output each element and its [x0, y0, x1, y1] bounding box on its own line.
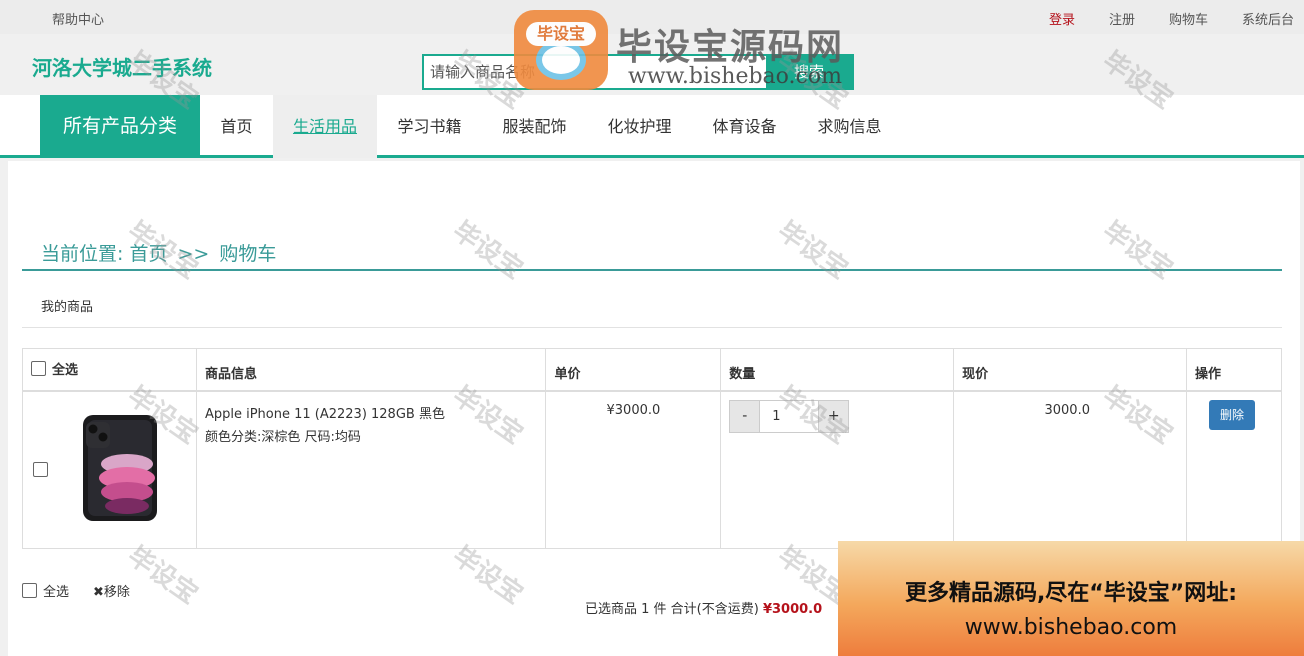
- watermark-badge-text: 毕设宝: [526, 22, 596, 46]
- all-categories-button[interactable]: 所有产品分类: [40, 95, 200, 158]
- unit-price: ¥3000.0: [606, 402, 661, 418]
- cart-summary: 已选商品 1 件 合计(不含运费) ¥3000.0: [585, 598, 822, 617]
- qty-decrease-button[interactable]: -: [729, 399, 761, 433]
- row-checkbox[interactable]: [33, 461, 48, 477]
- qty-increase-button[interactable]: +: [818, 399, 850, 433]
- summary-total: ¥3000.0: [762, 602, 823, 617]
- cell-quantity: - 1 +: [720, 390, 955, 549]
- breadcrumb-home-link[interactable]: 首页: [129, 243, 167, 265]
- th-quantity: 数量: [720, 348, 955, 392]
- breadcrumb-arrow: >>: [177, 243, 210, 265]
- select-all-label: 全选: [52, 363, 79, 378]
- top-links: 登录 注册 购物车 系统后台: [1015, 9, 1294, 28]
- admin-link[interactable]: 系统后台: [1242, 9, 1294, 28]
- product-image[interactable]: [81, 414, 159, 522]
- nav-item-daily-goods[interactable]: 生活用品: [273, 95, 377, 158]
- section-title: 我的商品: [22, 288, 1282, 328]
- breadcrumb: 当前位置: 首页 >> 购物车: [22, 239, 1282, 271]
- nav-item-clothing[interactable]: 服装配饰: [482, 95, 587, 158]
- table-row: Apple iPhone 11 (A2223) 128GB 黑色 颜色分类:深棕…: [22, 390, 1283, 549]
- breadcrumb-current: 购物车: [219, 243, 277, 265]
- now-price: 3000.0: [1044, 402, 1090, 418]
- cart-link[interactable]: 购物车: [1169, 9, 1208, 28]
- login-link[interactable]: 登录: [1049, 9, 1075, 28]
- qty-input[interactable]: 1: [760, 399, 819, 433]
- th-select: 全选: [22, 348, 197, 392]
- nav-item-cosmetics[interactable]: 化妆护理: [587, 95, 692, 158]
- nav-item-books[interactable]: 学习书籍: [377, 95, 482, 158]
- product-spec: 颜色分类:深棕色 尺码:均码: [204, 429, 361, 445]
- promo-banner[interactable]: 更多精品源码,尽在“毕设宝”网址: www.bishebao.com: [838, 541, 1304, 656]
- promo-line-1: 更多精品源码,尽在“毕设宝”网址:: [904, 581, 1238, 606]
- cell-product-image: [22, 390, 197, 549]
- th-now-price: 现价: [953, 348, 1187, 392]
- select-all-checkbox[interactable]: [31, 361, 46, 376]
- cart-table: 全选 商品信息 单价 数量 现价 操作 Apple iPhone 11 (A22…: [22, 348, 1283, 549]
- quantity-stepper: - 1 +: [729, 399, 945, 433]
- nav-item-home[interactable]: 首页: [200, 95, 273, 158]
- help-center-link[interactable]: 帮助中心: [52, 9, 104, 28]
- breadcrumb-prefix: 当前位置:: [41, 243, 124, 265]
- delete-button[interactable]: 删除: [1208, 399, 1255, 430]
- cell-action: 删除: [1185, 390, 1283, 549]
- watermark-logo-name: 毕设宝源码网: [616, 27, 845, 68]
- watermark-badge: 毕设宝: [514, 10, 608, 90]
- main-nav: 所有产品分类 首页 生活用品 学习书籍 服装配饰 化妆护理 体育设备 求购信息: [0, 95, 1304, 158]
- cell-product-info: Apple iPhone 11 (A2223) 128GB 黑色 颜色分类:深棕…: [195, 390, 547, 549]
- th-action: 操作: [1185, 348, 1283, 392]
- register-link[interactable]: 注册: [1109, 9, 1135, 28]
- footer-select-all-checkbox[interactable]: [22, 583, 37, 598]
- promo-line-2: www.bishebao.com: [964, 615, 1178, 640]
- nav-item-wanted[interactable]: 求购信息: [797, 95, 902, 158]
- watermark-logo-url: www.bishebao.com: [628, 64, 842, 89]
- th-unit-price: 单价: [545, 348, 722, 392]
- site-title[interactable]: 河洛大学城二手系统: [32, 52, 212, 81]
- watermark-ring-icon: [536, 40, 586, 80]
- footer-select-all-label: 全选: [43, 585, 70, 600]
- remove-selected-button[interactable]: ✖移除: [93, 581, 130, 600]
- th-info: 商品信息: [195, 348, 547, 392]
- table-header-row: 全选 商品信息 单价 数量 现价 操作: [22, 348, 1283, 392]
- footer-actions: 全选 ✖移除: [22, 581, 130, 600]
- summary-text: 已选商品 1 件 合计(不含运费): [585, 602, 759, 617]
- cell-unit-price: ¥3000.0: [545, 390, 722, 549]
- nav-item-sports[interactable]: 体育设备: [692, 95, 797, 158]
- product-name[interactable]: Apple iPhone 11 (A2223) 128GB 黑色: [205, 403, 538, 422]
- cell-now-price: 3000.0: [953, 390, 1187, 549]
- watermark-logo: 毕设宝 毕设宝源码网 www.bishebao.com: [510, 0, 893, 95]
